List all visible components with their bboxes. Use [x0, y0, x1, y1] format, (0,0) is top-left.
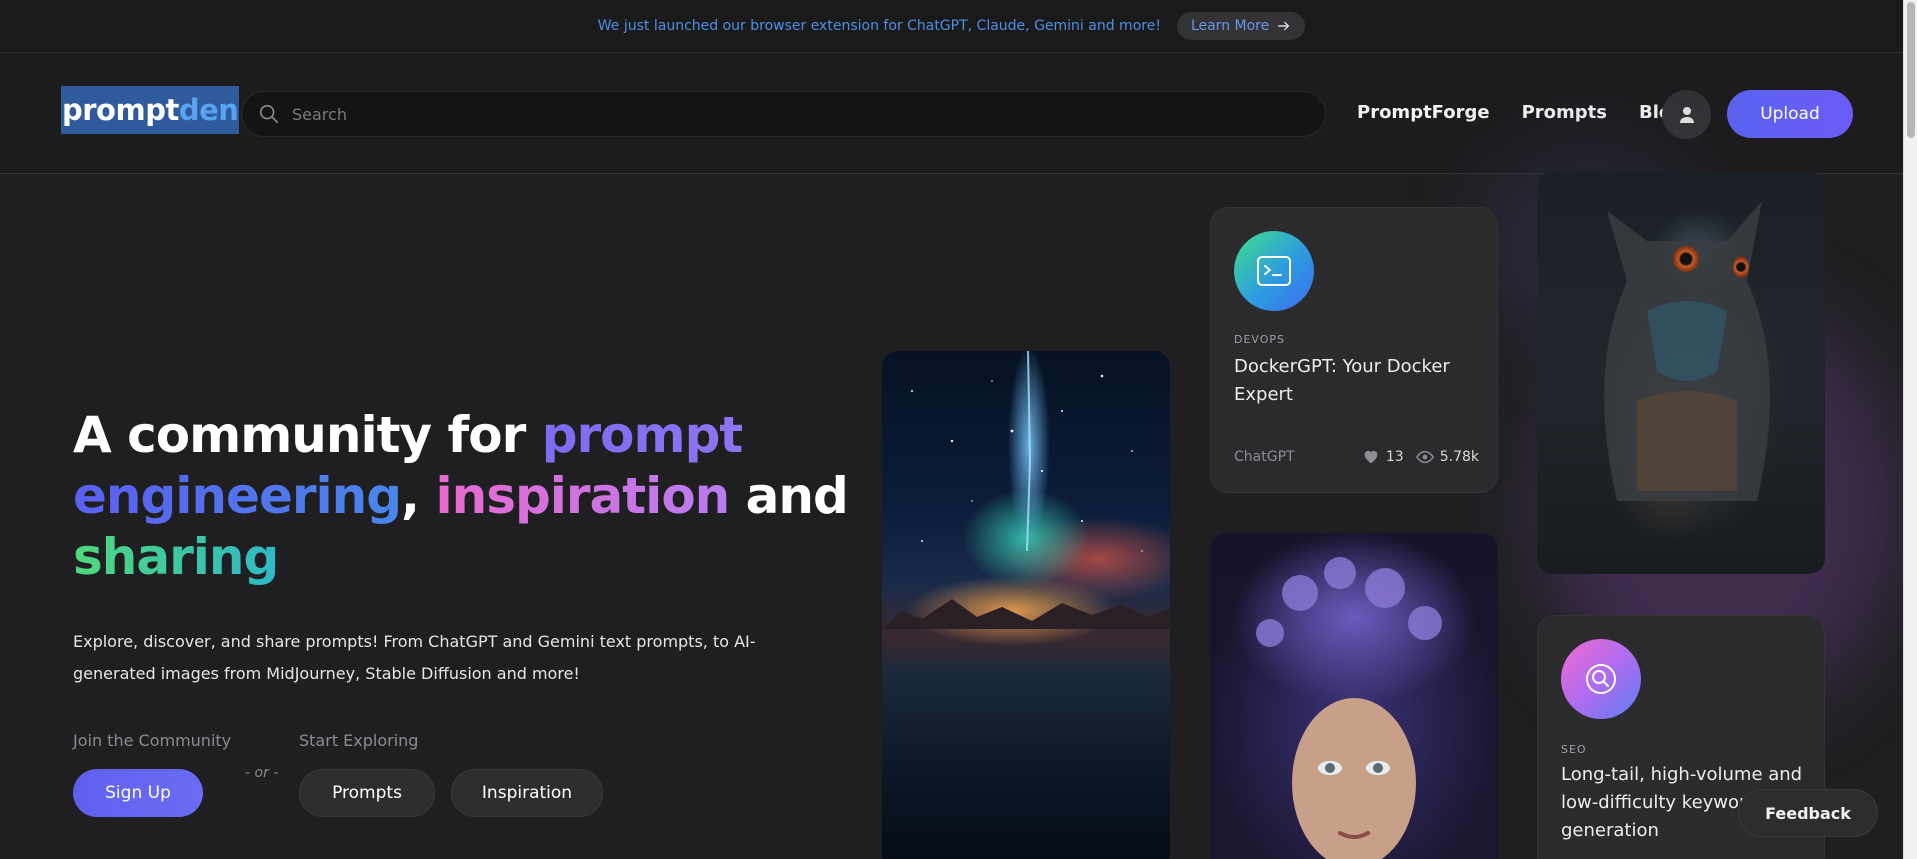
explore-inspiration-button[interactable]: Inspiration [451, 769, 603, 817]
or-divider: - or - [245, 765, 279, 781]
arrow-right-icon [1278, 21, 1290, 31]
stars-decoration [911, 351, 1143, 552]
owl-eye-left [1673, 246, 1699, 272]
search-icon [259, 104, 279, 124]
search-icon [1586, 664, 1616, 694]
upload-button[interactable]: Upload [1727, 90, 1853, 138]
prompt-card-docker[interactable]: DEVOPS DockerGPT: Your Docker Expert Cha… [1210, 207, 1498, 493]
announcement-bar: We just launched our browser extension f… [0, 0, 1903, 53]
views-count: 5.78k [1439, 449, 1479, 465]
owl-decoration [1604, 201, 1770, 501]
docker-card-icon-badge [1234, 231, 1314, 311]
search-input[interactable] [292, 104, 1292, 124]
card-title[interactable]: DockerGPT: Your Docker Expert [1234, 353, 1479, 409]
owl-image[interactable] [1537, 171, 1825, 574]
heart-icon[interactable] [1362, 448, 1380, 466]
scrollbar-thumb[interactable] [1907, 2, 1915, 138]
user-avatar-button[interactable] [1662, 90, 1711, 139]
portrait-image[interactable] [1210, 533, 1498, 859]
logo-den-text: den [178, 93, 239, 127]
hero-title: A community for prompt engineering, insp… [73, 405, 853, 588]
card-footer: ChatGPT 13 5.78k [1234, 448, 1479, 466]
learn-more-label: Learn More [1190, 18, 1270, 34]
likes-count: 13 [1385, 449, 1404, 465]
card-category: SEO [1561, 743, 1587, 756]
feedback-button[interactable]: Feedback [1738, 789, 1878, 837]
hero-description: Explore, discover, and share prompts! Fr… [73, 632, 756, 683]
space-landscape-image[interactable] [882, 351, 1170, 859]
start-label: Start Exploring [299, 731, 419, 750]
page-scrollbar[interactable] [1903, 0, 1917, 859]
main-nav: PromptForge Prompts Blog [1357, 102, 1684, 123]
page: We just launched our browser extension f… [0, 0, 1917, 859]
explore-prompts-button[interactable]: Prompts [299, 769, 435, 817]
nav-promptforge[interactable]: PromptForge [1357, 102, 1490, 123]
owl-eye-right [1733, 256, 1749, 278]
seo-card-icon-badge [1561, 639, 1641, 719]
join-label: Join the Community [73, 731, 232, 750]
user-icon [1679, 106, 1694, 123]
mountains-decoration [882, 599, 1170, 629]
hero-title-comma: , [401, 467, 436, 525]
hero-title-prompt: prompt [541, 406, 744, 464]
card-category: DEVOPS [1234, 333, 1286, 346]
signup-button[interactable]: Sign Up [73, 769, 203, 817]
hero-title-part: A community for [73, 406, 542, 464]
card-stats: 13 5.78k [1362, 448, 1479, 466]
logo[interactable]: prompt den [61, 86, 240, 134]
logo-prompt-text: prompt [62, 93, 179, 127]
announcement-text: We just launched our browser extension f… [597, 18, 1161, 34]
eye-icon [1415, 450, 1434, 464]
learn-more-button[interactable]: Learn More [1176, 12, 1306, 40]
search-bar[interactable] [241, 91, 1326, 137]
hero-title-sharing: sharing [73, 528, 279, 586]
card-model: ChatGPT [1234, 449, 1295, 465]
nav-prompts[interactable]: Prompts [1522, 102, 1607, 123]
hero-title-engineering: engineering [73, 467, 402, 525]
terminal-icon [1257, 256, 1291, 286]
portrait-decoration [1256, 557, 1442, 859]
hero-title-inspiration: inspiration [435, 467, 730, 525]
hero-title-and: and [729, 467, 849, 525]
